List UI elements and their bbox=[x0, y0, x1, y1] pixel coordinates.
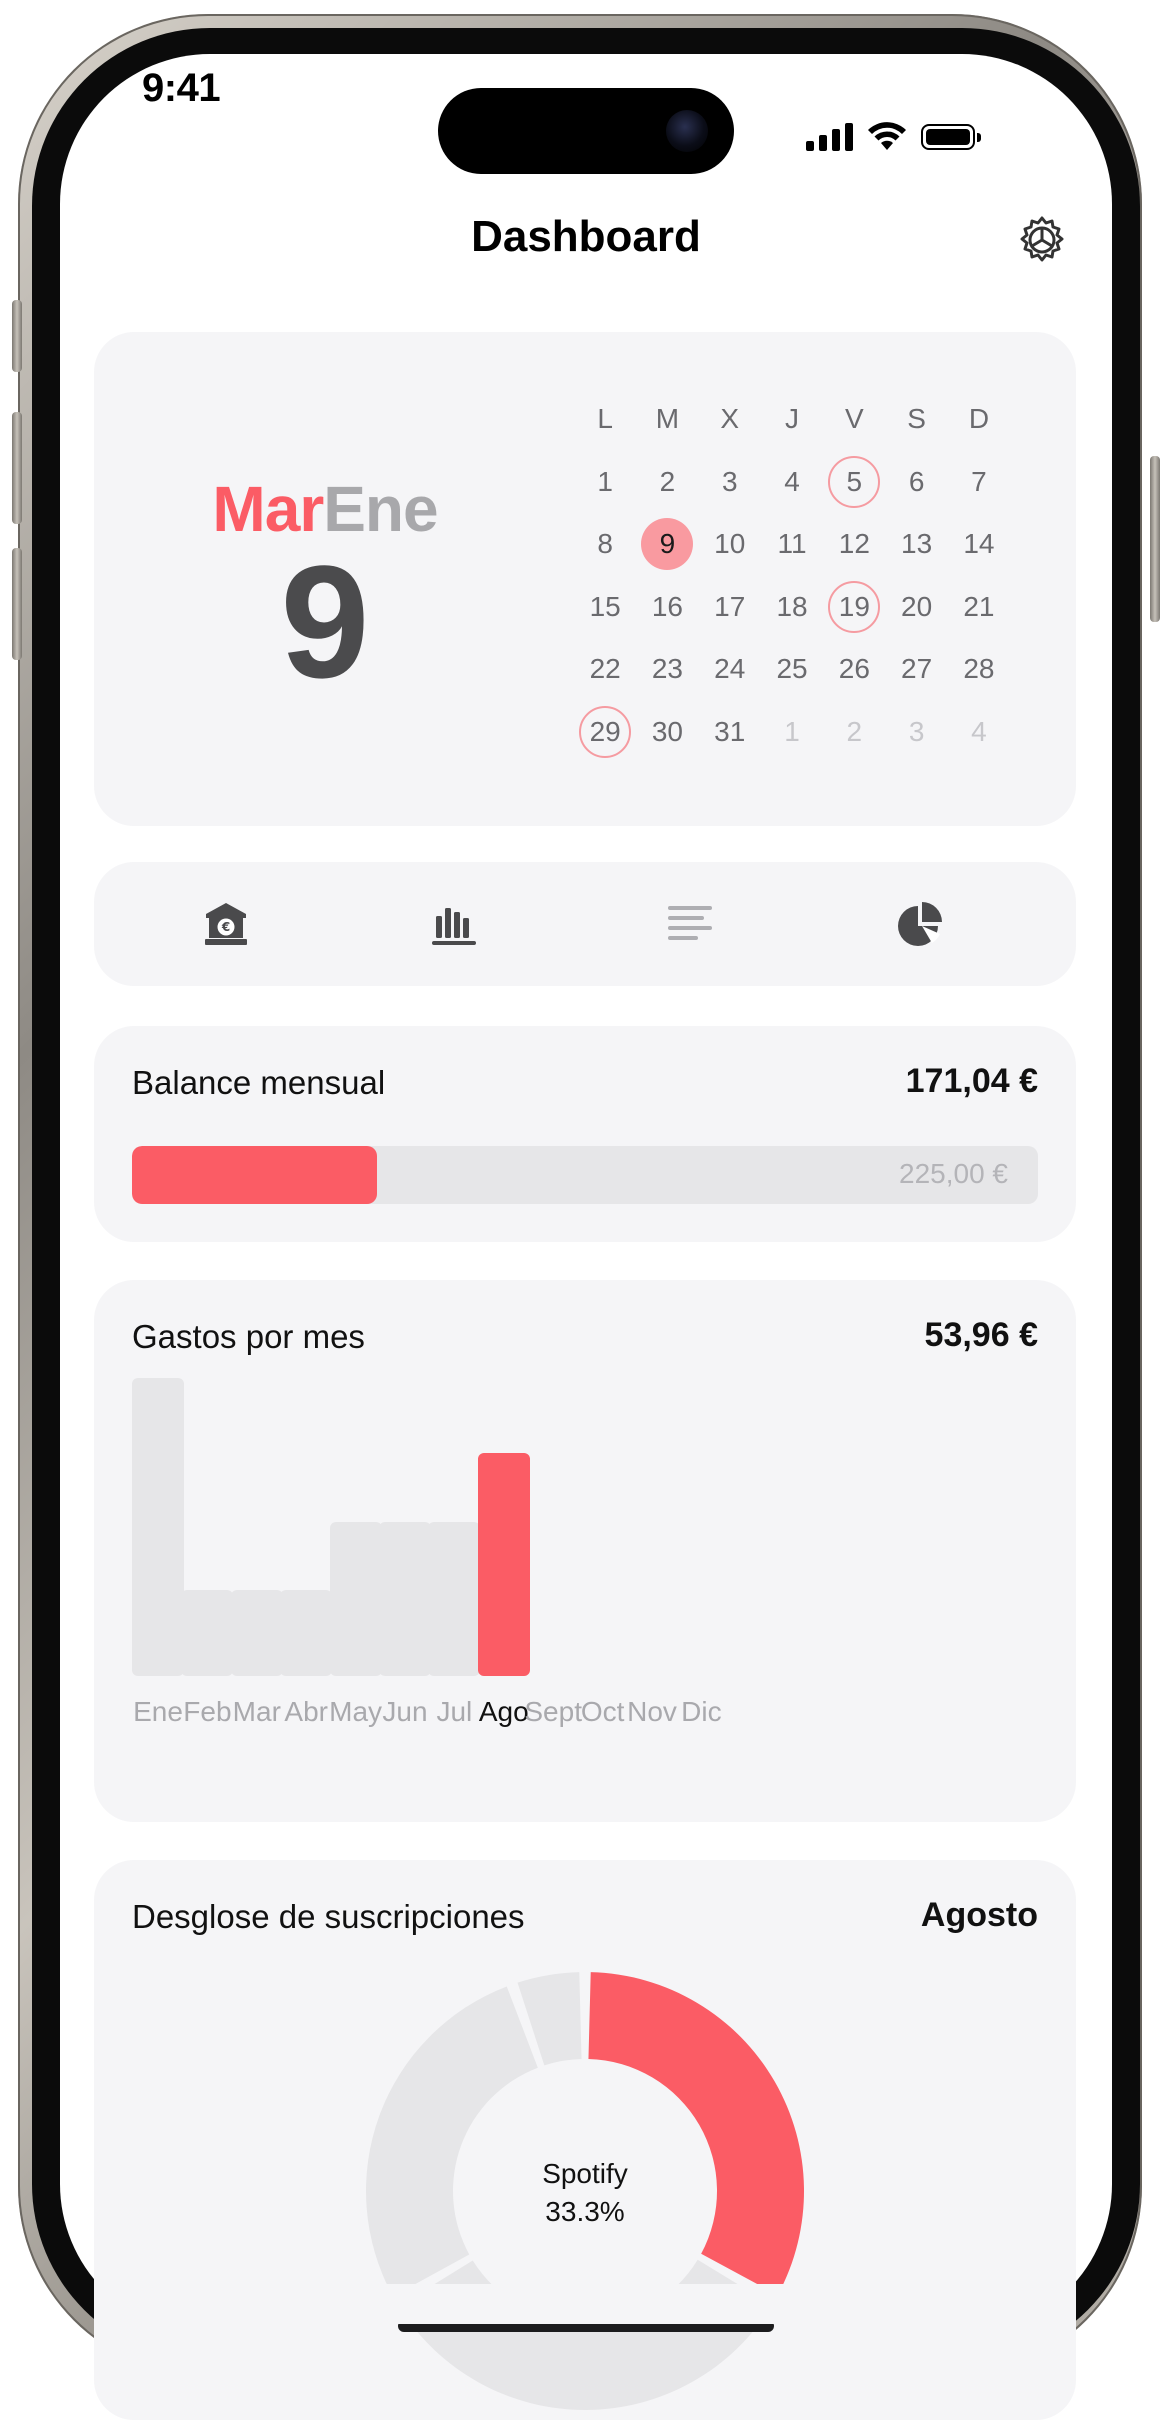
weekday-header: X bbox=[720, 403, 740, 435]
calendar-day[interactable]: 3 bbox=[699, 451, 761, 514]
expenses-bar-chart bbox=[132, 1378, 1038, 1676]
calendar-day[interactable]: 31 bbox=[699, 701, 761, 764]
expenses-title: Gastos por mes bbox=[132, 1318, 365, 1355]
calendar-day[interactable]: 7 bbox=[948, 451, 1010, 514]
calendar-day[interactable]: 4 bbox=[948, 701, 1010, 764]
calendar-day[interactable]: 4 bbox=[761, 451, 823, 514]
balance-value: 171,04 € bbox=[905, 1062, 1038, 1100]
wifi-icon bbox=[868, 122, 906, 150]
page-title: Dashboard bbox=[471, 212, 701, 261]
expenses-value: 53,96 € bbox=[924, 1316, 1038, 1354]
calendar-day[interactable]: 17 bbox=[699, 576, 761, 639]
month-label[interactable]: Dic bbox=[663, 1696, 739, 1728]
calendar-day[interactable]: 22 bbox=[574, 638, 636, 701]
volume-up-button bbox=[12, 412, 22, 524]
section-tabs: € bbox=[94, 862, 1076, 986]
weekday-header: D bbox=[968, 403, 990, 435]
weekday-header: J bbox=[785, 403, 800, 435]
balance-title: Balance mensual bbox=[132, 1064, 386, 1101]
expense-bar-ene[interactable] bbox=[132, 1378, 184, 1676]
calendar-day-marked[interactable]: 29 bbox=[574, 701, 636, 764]
balance-limit: 225,00 € bbox=[899, 1158, 1008, 1189]
calendar-day-today[interactable]: 9 bbox=[636, 513, 698, 576]
calendar-day[interactable]: 14 bbox=[948, 513, 1010, 576]
calendar-day[interactable]: 6 bbox=[885, 451, 947, 514]
weekday-header: L bbox=[597, 403, 613, 435]
calendar-day[interactable]: 8 bbox=[574, 513, 636, 576]
balance-progress: 225,00 € bbox=[132, 1146, 1038, 1204]
calendar-day[interactable]: 15 bbox=[574, 576, 636, 639]
cellular-signal-icon bbox=[806, 123, 853, 151]
calendar-day[interactable]: 13 bbox=[885, 513, 947, 576]
expense-bar-mar[interactable] bbox=[230, 1589, 283, 1676]
donut-highlight-name: Spotify bbox=[542, 2158, 628, 2189]
bezel-bottom bbox=[32, 2334, 1140, 2362]
front-camera-icon bbox=[666, 110, 708, 152]
svg-text:€: € bbox=[221, 920, 230, 934]
expense-bar-may[interactable] bbox=[329, 1522, 382, 1676]
weekday-header: V bbox=[844, 403, 864, 435]
calendar-day[interactable]: 2 bbox=[823, 701, 885, 764]
weekday-header: S bbox=[907, 403, 926, 435]
expense-bar-jun[interactable] bbox=[379, 1522, 431, 1676]
donut-center-label: Spotify 33.3% bbox=[366, 2158, 804, 2228]
expense-bar-ago[interactable] bbox=[477, 1452, 530, 1676]
calendar-day[interactable]: 16 bbox=[636, 576, 698, 639]
calendar-day[interactable]: 1 bbox=[761, 701, 823, 764]
list-lines-icon[interactable] bbox=[666, 900, 714, 948]
calendar-day-marked[interactable]: 19 bbox=[823, 576, 885, 639]
donut-slice-2[interactable] bbox=[366, 1986, 538, 2297]
bar-chart-icon[interactable] bbox=[430, 900, 478, 948]
status-time: 9:41 bbox=[142, 66, 221, 110]
balance-progress-fill bbox=[132, 1146, 377, 1204]
expense-bar-abr[interactable] bbox=[280, 1589, 333, 1676]
calendar-day[interactable]: 3 bbox=[885, 701, 947, 764]
bank-euro-icon[interactable]: € bbox=[202, 900, 250, 948]
calendar-day[interactable]: 24 bbox=[699, 638, 761, 701]
monthly-expenses-card[interactable]: Gastos por mes 53,96 € Ene Feb Mar Abr May Ju… bbox=[94, 1280, 1076, 1822]
calendar-day[interactable]: 1 bbox=[574, 451, 636, 514]
calendar-day[interactable]: 2 bbox=[636, 451, 698, 514]
subscriptions-title: Desglose de suscripciones bbox=[132, 1898, 525, 1935]
status-icons bbox=[806, 120, 981, 154]
calendar-day[interactable]: 26 bbox=[823, 638, 885, 701]
expense-bar-jul[interactable] bbox=[428, 1522, 481, 1676]
current-day-number: 9 bbox=[280, 532, 370, 711]
current-date: MarEne 9 bbox=[210, 472, 440, 702]
calendar-day-marked[interactable]: 5 bbox=[823, 451, 885, 514]
donut-highlight-percent: 33.3% bbox=[545, 2196, 625, 2227]
weekday-header: M bbox=[655, 403, 680, 435]
expense-bar-feb[interactable] bbox=[181, 1589, 234, 1676]
balance-card[interactable]: Balance mensual 171,04 € 225,00 € bbox=[94, 1026, 1076, 1242]
calendar-day[interactable]: 18 bbox=[761, 576, 823, 639]
calendar-card: MarEne 9 L M X J V S D 1 2 3 4 5 6 7 8 9 10 11 12 13 14 15 16 1… bbox=[94, 332, 1076, 826]
calendar-day[interactable]: 30 bbox=[636, 701, 698, 764]
subscriptions-period[interactable]: Agosto bbox=[921, 1896, 1038, 1935]
calendar-day[interactable]: 11 bbox=[761, 513, 823, 576]
donut-slice-0[interactable] bbox=[588, 1972, 804, 2296]
calendar-day[interactable]: 23 bbox=[636, 638, 698, 701]
settings-gear-icon[interactable] bbox=[1016, 214, 1068, 266]
calendar-day[interactable]: 25 bbox=[761, 638, 823, 701]
volume-down-button bbox=[12, 548, 22, 660]
action-button bbox=[12, 300, 22, 372]
calendar-day[interactable]: 28 bbox=[948, 638, 1010, 701]
pie-chart-icon[interactable] bbox=[896, 900, 944, 948]
power-button bbox=[1150, 456, 1160, 622]
screen-bottom-mask bbox=[94, 2284, 1076, 2324]
calendar-day[interactable]: 10 bbox=[699, 513, 761, 576]
calendar-day[interactable]: 21 bbox=[948, 576, 1010, 639]
calendar-day[interactable]: 20 bbox=[885, 576, 947, 639]
dynamic-island bbox=[438, 88, 734, 174]
calendar-day[interactable]: 27 bbox=[885, 638, 947, 701]
battery-icon bbox=[921, 124, 981, 150]
calendar-day[interactable]: 12 bbox=[823, 513, 885, 576]
month-calendar: L M X J V S D 1 2 3 4 5 6 7 8 9 10 11 12 13 14 15 16 17 18 19 20 21… bbox=[574, 388, 1010, 763]
